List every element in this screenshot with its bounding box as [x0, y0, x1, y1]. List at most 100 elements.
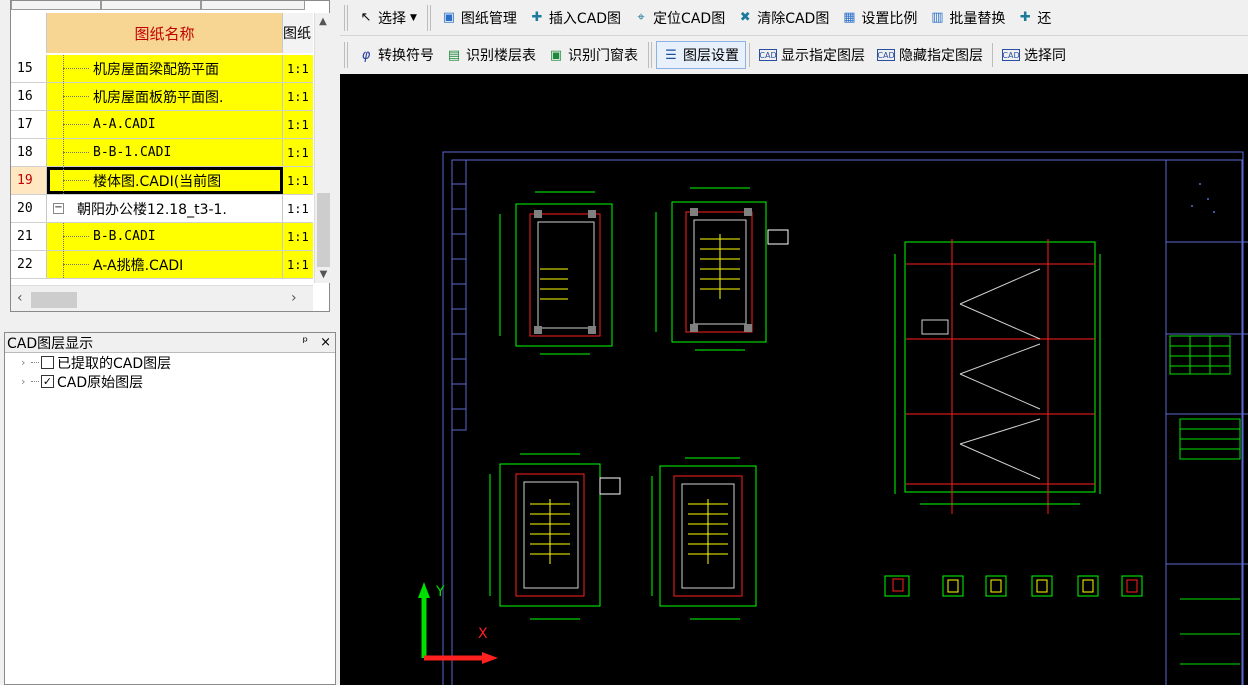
- drawing-name: 机房屋面梁配筋平面: [93, 61, 219, 78]
- drawing-manage-label: 图纸管理: [460, 10, 517, 27]
- cad-layer-panel: CAD图层显示 ᵖ × › 已提取的CAD图层 › ✓ CAD原始图层: [4, 332, 336, 685]
- scroll-thumb[interactable]: [317, 193, 330, 267]
- drawing-name: B-B.CADI: [93, 229, 156, 244]
- drawing-name: 朝阳办公楼12.18_t3-1.: [77, 201, 227, 218]
- scroll-left-icon[interactable]: ‹: [17, 290, 23, 306]
- insert-cad-label: 插入CAD图: [548, 10, 622, 27]
- select-same-label: 选择同: [1024, 48, 1066, 64]
- row-number: 19: [11, 167, 47, 194]
- close-icon[interactable]: ×: [320, 335, 331, 350]
- batch-replace-icon: ▥: [931, 10, 944, 25]
- more-label: 还: [1037, 10, 1052, 27]
- table-row-group[interactable]: 20 − 朝阳办公楼12.18_t3-1. 1:1: [11, 195, 313, 223]
- grid-rows: 15 机房屋面梁配筋平面 1:1 16 机房屋面板筋平面图. 1:1 17 A-…: [11, 55, 313, 279]
- table-row[interactable]: 16 机房屋面板筋平面图. 1:1: [11, 83, 313, 111]
- locate-cad-icon: ⌖: [637, 10, 645, 25]
- phi-symbol-icon: φ: [361, 47, 371, 63]
- layer-checkbox[interactable]: ✓: [41, 375, 54, 388]
- drawing-name-cell[interactable]: A-A挑檐.CADI: [47, 251, 283, 278]
- drawing-name-cell[interactable]: 机房屋面梁配筋平面: [47, 55, 283, 82]
- clear-cad-button[interactable]: ✖ 清除CAD图: [731, 4, 835, 32]
- toolbar-cad: φ 转换符号 ▤ 识别楼层表 ▣ 识别门窗表 ☰ 图层设置 CAD 显示指定图层…: [340, 37, 1248, 73]
- horizontal-scrollbar[interactable]: ‹ ›: [11, 285, 313, 311]
- left-panel: 图纸名称 图纸 15 机房屋面梁配筋平面 1:1 16 机房屋面板筋平面图. 1…: [0, 0, 340, 685]
- drawing-manage-button[interactable]: ▣ 图纸管理: [435, 4, 523, 32]
- set-scale-label: 设置比例: [861, 10, 918, 27]
- header-drawing-name[interactable]: 图纸名称: [47, 13, 283, 53]
- convert-symbol-label: 转换符号: [378, 48, 434, 64]
- clear-cad-icon: ✖: [739, 10, 751, 25]
- recognize-floor-table-button[interactable]: ▤ 识别楼层表: [440, 41, 542, 69]
- table-row[interactable]: 21 B-B.CADI 1:1: [11, 223, 313, 251]
- scale-cell[interactable]: 1:1: [283, 195, 313, 222]
- scale-cell[interactable]: 1:1: [283, 223, 313, 250]
- batch-replace-button[interactable]: ▥ 批量替换: [923, 4, 1011, 32]
- expand-arrow-icon[interactable]: ›: [21, 356, 31, 369]
- drawing-name-cell[interactable]: − 朝阳办公楼12.18_t3-1.: [47, 195, 283, 222]
- row-number: 20: [11, 195, 47, 222]
- vertical-scrollbar[interactable]: ▲ ▼: [314, 13, 331, 283]
- ucs-axis-icon: Y X: [418, 582, 498, 664]
- expand-arrow-icon[interactable]: ›: [21, 375, 31, 388]
- locate-cad-button[interactable]: ⌖ 定位CAD图: [627, 4, 731, 32]
- table-row-selected[interactable]: 19 楼体图.CADI(当前图 1:1: [11, 167, 313, 195]
- scale-cell[interactable]: 1:1: [283, 111, 313, 138]
- cad-hide-icon: CAD: [877, 49, 895, 61]
- header-scale[interactable]: 图纸: [283, 13, 313, 53]
- table-row[interactable]: 17 A-A.CADI 1:1: [11, 111, 313, 139]
- scale-cell[interactable]: 1:1: [283, 139, 313, 166]
- drawing-name-cell[interactable]: A-A.CADI: [47, 111, 283, 138]
- drawing-name: A-A.CADI: [93, 117, 156, 132]
- drawing-name-cell[interactable]: B-B.CADI: [47, 223, 283, 250]
- scroll-up-icon[interactable]: ▲: [315, 13, 331, 30]
- title-block: [1166, 183, 1248, 665]
- cad-select-icon: CAD: [1002, 49, 1020, 61]
- table-row[interactable]: 15 机房屋面梁配筋平面 1:1: [11, 55, 313, 83]
- layer-checkbox[interactable]: [41, 356, 54, 369]
- collapse-toggle-icon[interactable]: −: [53, 203, 64, 214]
- drawing-name-cell[interactable]: 机房屋面板筋平面图.: [47, 83, 283, 110]
- grid-top-strip: [11, 1, 311, 11]
- recognize-door-window-button[interactable]: ▣ 识别门窗表: [542, 41, 644, 69]
- left-margin-strip: [451, 159, 467, 431]
- cad-show-icon: CAD: [759, 49, 777, 61]
- layer-label: CAD原始图层: [57, 374, 144, 391]
- show-layer-button[interactable]: CAD 显示指定图层: [753, 41, 871, 69]
- scroll-right-icon[interactable]: ›: [291, 290, 297, 306]
- layer-tree-item-extracted[interactable]: › 已提取的CAD图层: [5, 353, 335, 372]
- hide-layer-button[interactable]: CAD 隐藏指定图层: [871, 41, 989, 69]
- scroll-down-icon[interactable]: ▼: [315, 266, 332, 283]
- table-row[interactable]: 18 B-B-1.CADI 1:1: [11, 139, 313, 167]
- locate-cad-label: 定位CAD图: [653, 10, 726, 27]
- convert-symbol-button[interactable]: φ 转换符号: [352, 41, 440, 69]
- select-same-button[interactable]: CAD 选择同: [996, 41, 1072, 69]
- select-dropdown[interactable]: ↖ 选择 ▼: [352, 4, 423, 32]
- scale-cell[interactable]: 1:1: [283, 83, 313, 110]
- show-layer-label: 显示指定图层: [781, 48, 865, 64]
- stair-plan-2: [655, 187, 789, 351]
- drawing-name-cell[interactable]: 楼体图.CADI(当前图: [47, 167, 283, 194]
- recognize-door-window-label: 识别门窗表: [568, 48, 638, 64]
- insert-cad-button[interactable]: ✚ 插入CAD图: [523, 4, 627, 32]
- recognize-floor-table-label: 识别楼层表: [466, 48, 536, 64]
- clear-cad-label: 清除CAD图: [757, 10, 830, 27]
- toolbar-grip: [344, 42, 348, 68]
- cad-drawing-svg: Y X: [418, 151, 1248, 685]
- drawing-name-cell[interactable]: B-B-1.CADI: [47, 139, 283, 166]
- stair-plan-3: [489, 453, 621, 620]
- scale-cell[interactable]: 1:1: [283, 167, 313, 194]
- more-button[interactable]: ✚ 还: [1011, 4, 1057, 32]
- table-row[interactable]: 22 A-A挑檐.CADI 1:1: [11, 251, 313, 279]
- set-scale-icon: ▦: [843, 10, 856, 25]
- hscroll-thumb[interactable]: [31, 292, 77, 308]
- layer-tree-item-original[interactable]: › ✓ CAD原始图层: [5, 372, 335, 391]
- pin-icon[interactable]: ᵖ: [303, 335, 309, 350]
- cad-drawing-canvas[interactable]: Y X: [340, 74, 1248, 685]
- stair-plan-4: [651, 457, 757, 620]
- scale-cell[interactable]: 1:1: [283, 251, 313, 278]
- set-scale-button[interactable]: ▦ 设置比例: [835, 4, 923, 32]
- scale-cell[interactable]: 1:1: [283, 55, 313, 82]
- layer-panel-titlebar: CAD图层显示 ᵖ ×: [5, 333, 335, 353]
- layer-settings-button[interactable]: ☰ 图层设置: [656, 41, 746, 69]
- stair-plan-1: [499, 191, 613, 355]
